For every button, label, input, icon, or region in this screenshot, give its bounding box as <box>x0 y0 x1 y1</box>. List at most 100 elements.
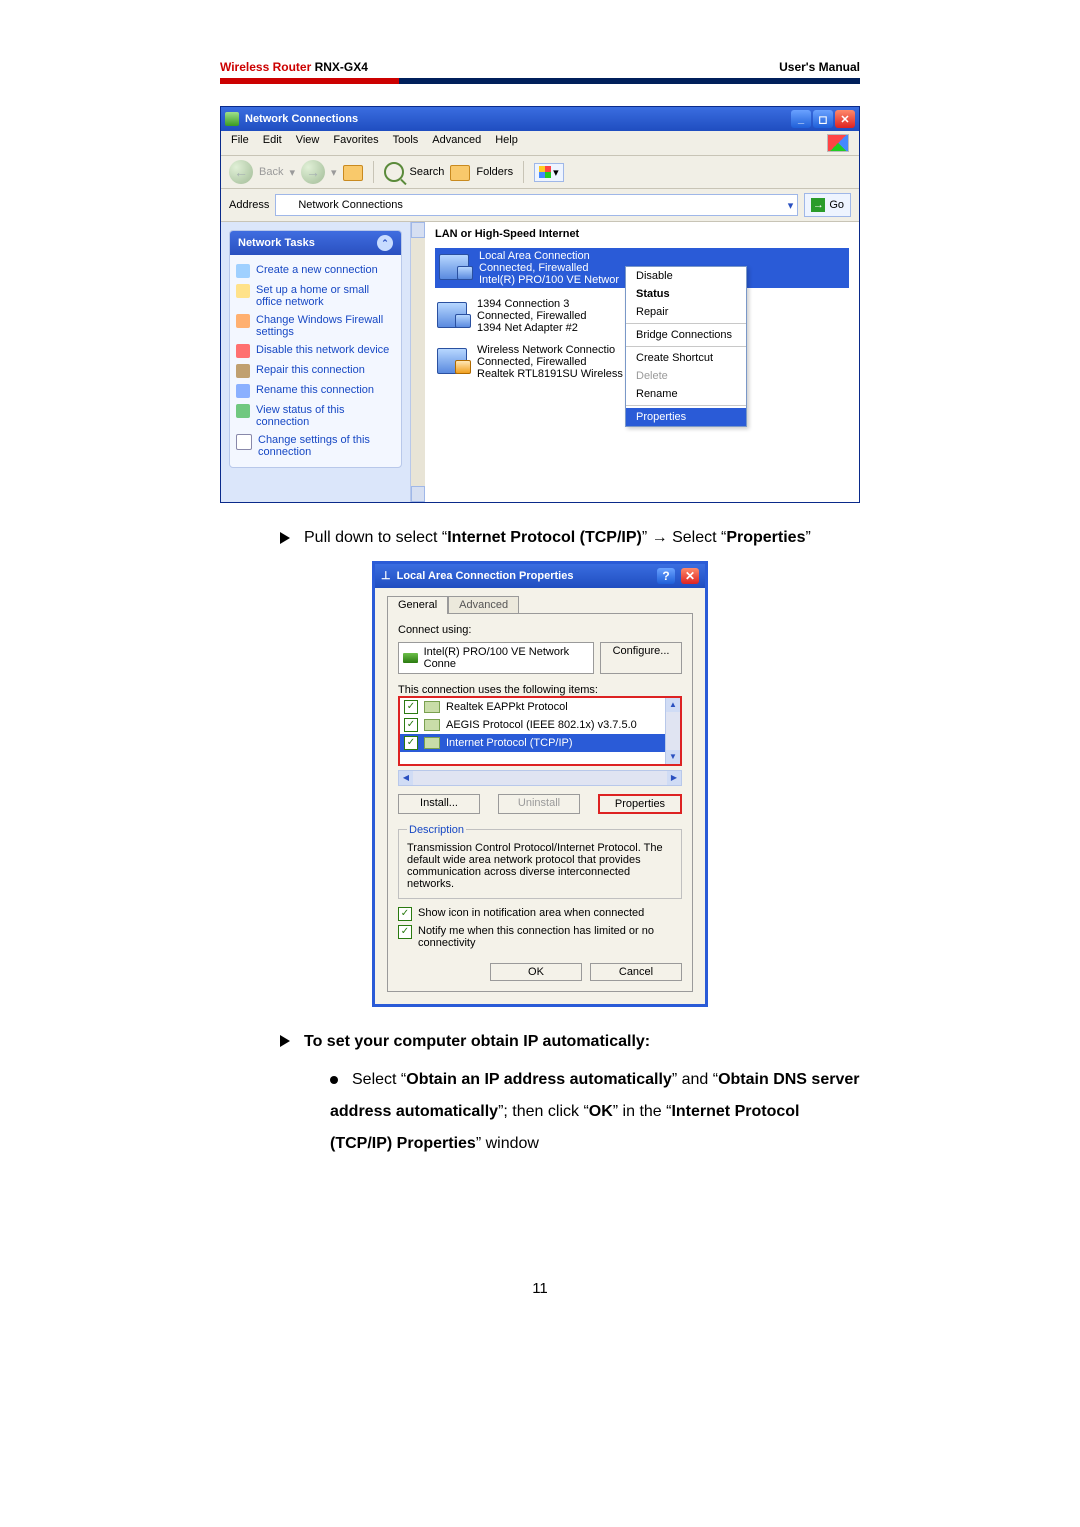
checkbox-icon[interactable]: ✓ <box>404 700 418 714</box>
checkbox-icon[interactable]: ✓ <box>404 736 418 750</box>
task-item[interactable]: Set up a home or small office network <box>236 281 395 311</box>
back-button[interactable]: ← <box>229 160 253 184</box>
task-item[interactable]: Create a new connection <box>236 261 395 281</box>
menu-view[interactable]: View <box>296 134 320 152</box>
properties-button[interactable]: Properties <box>598 794 682 814</box>
scroll-down-icon[interactable]: ▼ <box>666 750 680 764</box>
header-rule <box>220 78 860 84</box>
titlebar[interactable]: Network Connections _ ◻ ✕ <box>221 107 859 131</box>
dialog-title: Local Area Connection Properties <box>397 570 574 582</box>
ok-button[interactable]: OK <box>490 963 582 981</box>
address-value: Network Connections <box>298 199 403 211</box>
task-panel: Network Tasks ⌃ Create a new connection … <box>221 222 411 502</box>
items-listbox[interactable]: ✓ Realtek EAPPkt Protocol ✓ AEGIS Protoc… <box>398 696 682 766</box>
item-label: Realtek EAPPkt Protocol <box>446 701 568 713</box>
task-icon <box>236 284 250 298</box>
views-button[interactable]: ▾ <box>534 163 564 182</box>
cancel-button[interactable]: Cancel <box>590 963 682 981</box>
task-item[interactable]: Change Windows Firewall settings <box>236 311 395 341</box>
show-icon-checkbox[interactable]: ✓ Show icon in notification area when co… <box>398 907 682 921</box>
menu-help[interactable]: Help <box>495 134 518 152</box>
address-bar: Address Network Connections ▾ → Go <box>221 189 859 222</box>
forward-button[interactable]: → <box>301 160 325 184</box>
text: ” and “ <box>672 1071 718 1088</box>
menu-file[interactable]: File <box>231 134 249 152</box>
task-item[interactable]: Rename this connection <box>236 381 395 401</box>
install-button[interactable]: Install... <box>398 794 480 814</box>
notify-checkbox[interactable]: ✓ Notify me when this connection has lim… <box>398 925 682 949</box>
back-dropdown-icon[interactable]: ▾ <box>289 166 295 179</box>
dialog-titlebar[interactable]: ⊥ Local Area Connection Properties ? ✕ <box>375 564 705 588</box>
close-button[interactable]: ✕ <box>681 568 699 584</box>
help-button[interactable]: ? <box>657 568 675 584</box>
connection-icon <box>437 250 471 280</box>
checkbox-label: Show icon in notification area when conn… <box>418 907 644 919</box>
folders-icon[interactable] <box>450 163 470 181</box>
folders-label[interactable]: Folders <box>476 166 513 178</box>
protocol-icon <box>424 737 440 749</box>
scroll-right-icon[interactable]: ▶ <box>667 771 681 785</box>
protocol-icon <box>424 719 440 731</box>
list-item-tcpip[interactable]: ✓ Internet Protocol (TCP/IP) <box>400 734 680 752</box>
scroll-up-icon[interactable] <box>411 222 425 238</box>
task-item[interactable]: Change settings of this connection <box>236 431 395 461</box>
list-item[interactable]: ✓ Realtek EAPPkt Protocol <box>400 698 680 716</box>
maximize-button[interactable]: ◻ <box>813 110 833 128</box>
network-tasks-header[interactable]: Network Tasks ⌃ <box>230 231 401 255</box>
task-item[interactable]: View status of this connection <box>236 401 395 431</box>
task-icon <box>236 264 250 278</box>
tab-general[interactable]: General <box>387 596 448 614</box>
list-scrollbar[interactable]: ▲ ▼ <box>665 698 680 764</box>
task-icon <box>236 364 250 378</box>
menu-edit[interactable]: Edit <box>263 134 282 152</box>
collapse-icon[interactable]: ⌃ <box>377 235 393 251</box>
checkbox-icon[interactable]: ✓ <box>398 925 412 939</box>
menu-favorites[interactable]: Favorites <box>333 134 378 152</box>
list-hscroll[interactable]: ◀ ▶ <box>398 770 682 786</box>
go-button[interactable]: → Go <box>804 193 851 217</box>
text: Select “ <box>352 1071 406 1088</box>
ctx-properties[interactable]: Properties <box>626 408 746 426</box>
forward-dropdown-icon[interactable]: ▾ <box>331 166 337 179</box>
adapter-field[interactable]: Intel(R) PRO/100 VE Network Conne <box>398 642 594 674</box>
list-item[interactable]: ✓ AEGIS Protocol (IEEE 802.1x) v3.7.5.0 <box>400 716 680 734</box>
connection-device: 1394 Net Adapter #2 <box>477 322 586 334</box>
windows-flag-icon[interactable] <box>827 134 849 152</box>
close-button[interactable]: ✕ <box>835 110 855 128</box>
scroll-down-icon[interactable] <box>411 486 425 502</box>
menu-tools[interactable]: Tools <box>393 134 419 152</box>
task-item[interactable]: Repair this connection <box>236 361 395 381</box>
bullet-arrow-icon <box>280 532 290 544</box>
checkbox-icon[interactable]: ✓ <box>404 718 418 732</box>
task-scrollbar[interactable] <box>411 222 425 502</box>
item-label: Internet Protocol (TCP/IP) <box>446 737 573 749</box>
minimize-button[interactable]: _ <box>791 110 811 128</box>
page-number: 11 <box>220 1280 860 1297</box>
task-label: Change Windows Firewall settings <box>256 314 395 338</box>
menu-advanced[interactable]: Advanced <box>432 134 481 152</box>
ctx-repair[interactable]: Repair <box>626 303 746 321</box>
checkbox-icon[interactable]: ✓ <box>398 907 412 921</box>
task-item[interactable]: Disable this network device <box>236 341 395 361</box>
search-icon[interactable] <box>384 162 404 182</box>
ctx-status[interactable]: Status <box>626 285 746 303</box>
scroll-up-icon[interactable]: ▲ <box>666 698 680 712</box>
text: ”; then click “ <box>498 1103 589 1120</box>
tab-advanced[interactable]: Advanced <box>448 596 519 614</box>
text-bold: Internet Protocol (TCP/IP) <box>447 529 642 546</box>
text-bold: To set your computer obtain IP automatic… <box>304 1033 650 1050</box>
address-field[interactable]: Network Connections ▾ <box>275 194 798 216</box>
text-bold: OK <box>589 1103 613 1120</box>
search-label[interactable]: Search <box>410 166 445 178</box>
lan-properties-dialog: ⊥ Local Area Connection Properties ? ✕ G… <box>372 561 708 1007</box>
ctx-rename[interactable]: Rename <box>626 385 746 403</box>
ctx-bridge[interactable]: Bridge Connections <box>626 326 746 344</box>
up-folder-icon[interactable] <box>343 163 363 181</box>
address-dropdown-icon[interactable]: ▾ <box>788 199 794 212</box>
configure-button[interactable]: Configure... <box>600 642 682 674</box>
ctx-disable[interactable]: Disable <box>626 267 746 285</box>
item-label: AEGIS Protocol (IEEE 802.1x) v3.7.5.0 <box>446 719 637 731</box>
scroll-left-icon[interactable]: ◀ <box>399 771 413 785</box>
connection-status: Connected, Firewalled <box>479 262 619 274</box>
ctx-shortcut[interactable]: Create Shortcut <box>626 349 746 367</box>
